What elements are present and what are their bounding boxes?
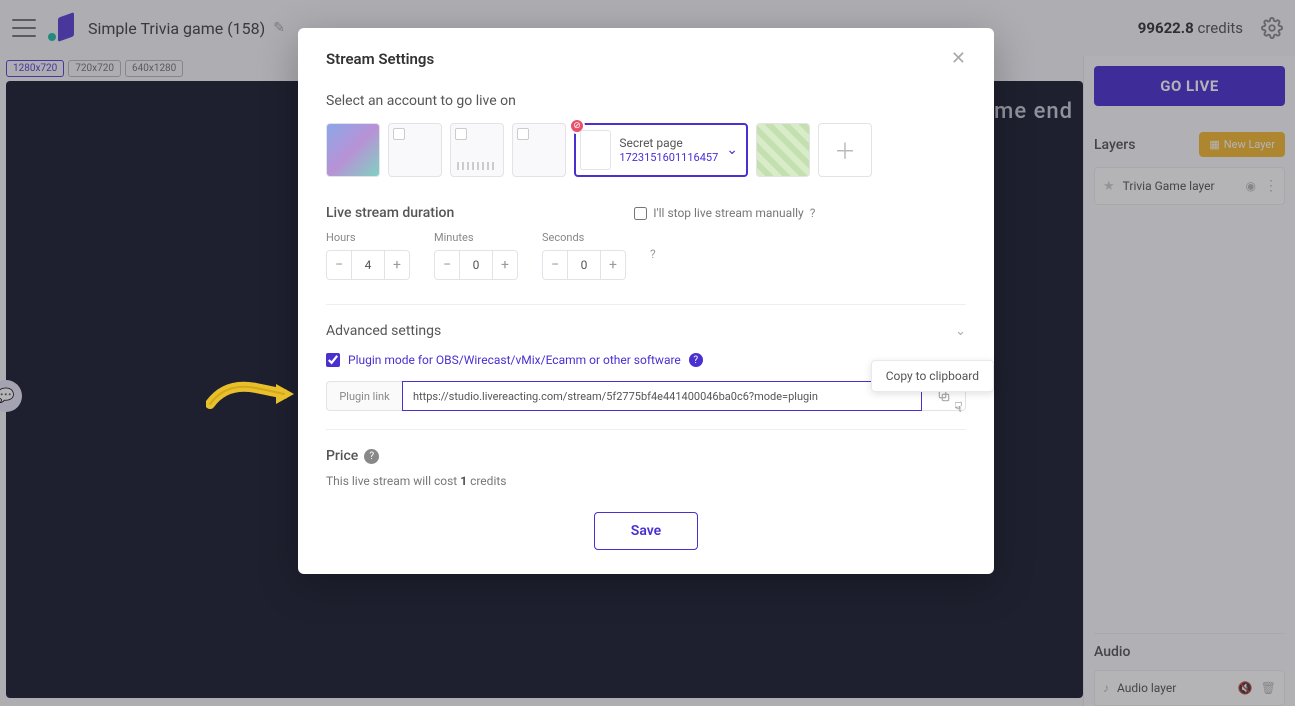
help-icon[interactable]: ? xyxy=(364,449,379,464)
account-thumbnail[interactable] xyxy=(326,123,380,177)
modal-title: Stream Settings xyxy=(326,50,434,68)
manual-stop-text: I'll stop live stream manually xyxy=(653,206,803,220)
account-selected[interactable]: ⊘ Secret page 1723151601116457 ⌄ xyxy=(574,123,748,177)
manual-stop-input[interactable] xyxy=(634,207,647,220)
increment-button[interactable]: + xyxy=(601,251,625,279)
close-icon[interactable]: ✕ xyxy=(951,48,966,69)
increment-button[interactable]: + xyxy=(385,251,409,279)
cursor-icon: ☟ xyxy=(954,400,963,416)
duration-label: Live stream duration xyxy=(326,205,454,221)
save-button[interactable]: Save xyxy=(594,512,698,550)
hours-input[interactable] xyxy=(351,251,385,279)
select-account-label: Select an account to go live on xyxy=(326,93,966,109)
account-thumbnail[interactable] xyxy=(450,123,504,177)
seconds-input[interactable] xyxy=(567,251,601,279)
hours-stepper: − + xyxy=(326,250,410,280)
plugin-mode-text: Plugin mode for OBS/Wirecast/vMix/Ecamm … xyxy=(348,353,681,367)
help-icon[interactable]: ? xyxy=(810,206,816,220)
plugin-link-label: Plugin link xyxy=(326,381,402,411)
decrement-button[interactable]: − xyxy=(435,251,459,279)
chevron-down-icon[interactable]: ⌄ xyxy=(955,324,966,339)
account-name: Secret page xyxy=(619,136,718,150)
help-icon[interactable]: ? xyxy=(689,353,703,367)
copy-tooltip: Copy to clipboard xyxy=(871,360,994,392)
decrement-button[interactable]: − xyxy=(543,251,567,279)
minutes-input[interactable] xyxy=(459,251,493,279)
seconds-label: Seconds xyxy=(542,231,626,244)
account-id: 1723151601116457 xyxy=(619,151,718,164)
help-icon[interactable]: ? xyxy=(650,247,656,261)
hours-label: Hours xyxy=(326,231,410,244)
stream-settings-modal: Stream Settings ✕ Select an account to g… xyxy=(298,28,994,574)
divider xyxy=(326,304,966,305)
account-thumbnail[interactable] xyxy=(388,123,442,177)
seconds-stepper: − + xyxy=(542,250,626,280)
minutes-stepper: − + xyxy=(434,250,518,280)
advanced-settings-label: Advanced settings xyxy=(326,323,441,339)
account-thumbnail[interactable] xyxy=(756,123,810,177)
chevron-down-icon[interactable]: ⌄ xyxy=(726,142,738,158)
account-thumbnail[interactable] xyxy=(512,123,566,177)
price-text: This live stream will cost 1 credits xyxy=(326,474,966,488)
decrement-button[interactable]: − xyxy=(327,251,351,279)
increment-button[interactable]: + xyxy=(493,251,517,279)
plugin-mode-input[interactable] xyxy=(326,353,340,367)
minutes-label: Minutes xyxy=(434,231,518,244)
account-mini-thumb xyxy=(580,130,611,170)
plugin-link-input[interactable] xyxy=(402,381,922,411)
account-list: ⊘ Secret page 1723151601116457 ⌄ ＋ xyxy=(326,123,966,177)
divider xyxy=(326,429,966,430)
manual-stop-checkbox[interactable]: I'll stop live stream manually ? xyxy=(634,206,815,220)
price-label: Price xyxy=(326,448,358,464)
annotation-arrow xyxy=(206,376,296,412)
add-account-button[interactable]: ＋ xyxy=(818,123,872,177)
